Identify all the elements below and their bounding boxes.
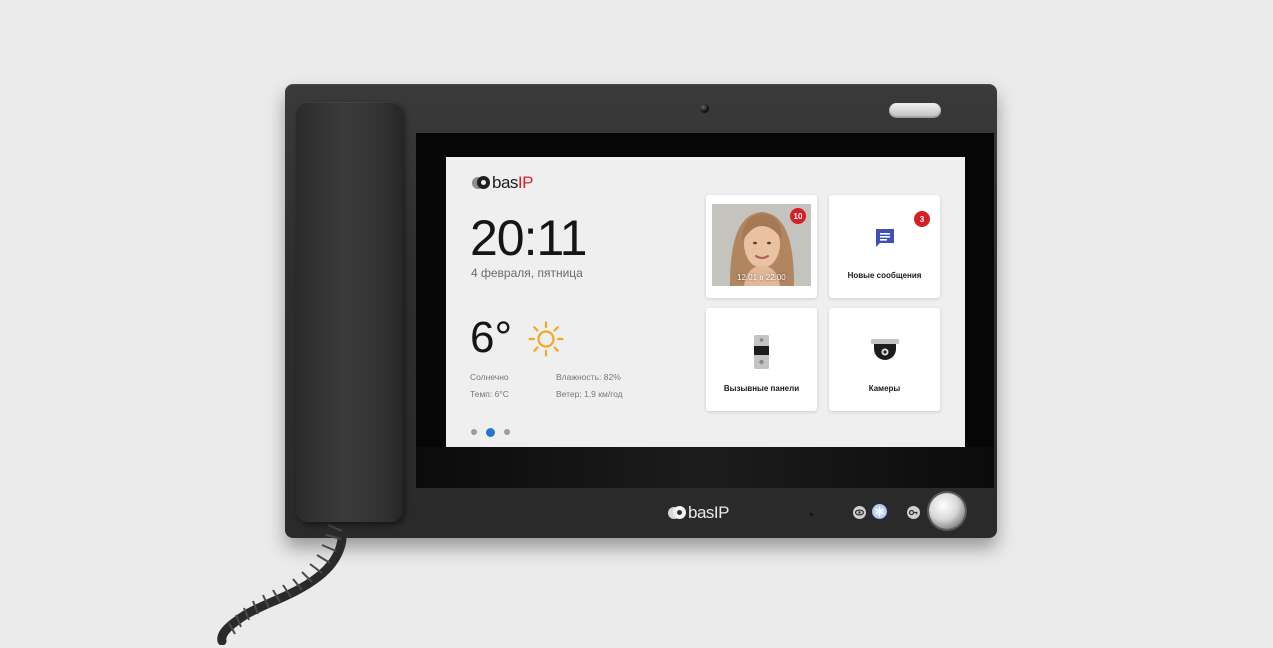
clock-time: 20:11 xyxy=(470,210,587,266)
page-dot-active[interactable] xyxy=(486,427,495,437)
tile-label-messages: Новые сообщения xyxy=(847,271,922,280)
visitor-count-badge: 10 xyxy=(790,208,806,224)
tile-new-messages[interactable]: 3 Новые сообщения xyxy=(829,195,940,298)
page-dot[interactable] xyxy=(504,429,510,435)
logo-text: bas xyxy=(492,173,518,192)
front-camera-lens xyxy=(700,104,709,113)
proximity-sensor xyxy=(889,103,941,118)
weather-temperature: 6° xyxy=(470,313,513,362)
unlock-button[interactable] xyxy=(929,493,965,529)
weather-humidity: Влажность: 82% xyxy=(556,372,621,382)
messages-count-badge: 3 xyxy=(914,211,930,227)
chat-message-icon xyxy=(876,229,894,247)
microphone-hole xyxy=(810,513,813,516)
touch-screen: basIP 20:11 4 февраля, пятница 6° Солнеч… xyxy=(446,157,965,447)
key-icon[interactable] xyxy=(907,506,920,519)
clock-date: 4 февраля, пятница xyxy=(471,266,583,280)
key-glyph xyxy=(908,509,918,516)
weather-temp-detail: Темп: 6°C xyxy=(470,389,509,399)
device-logo-mark xyxy=(668,506,686,520)
logo-accent: IP xyxy=(517,173,534,192)
handset[interactable] xyxy=(296,102,403,522)
basip-logo-mark xyxy=(472,176,490,190)
weather-wind: Ветер: 1,9 км/год xyxy=(556,389,623,399)
tile-cameras[interactable]: Камеры xyxy=(829,308,940,411)
tile-label-call-panels: Вызывные панели xyxy=(723,384,800,393)
screen-bezel-reflection xyxy=(416,447,994,488)
weather-condition: Солнечно xyxy=(470,372,509,382)
page-dot[interactable] xyxy=(471,429,477,435)
device-logo-text: bas xyxy=(688,503,714,522)
device-logo-accent: IP xyxy=(713,503,730,522)
sun-icon xyxy=(528,321,564,357)
dome-camera-icon xyxy=(871,339,899,360)
tile-visitor-snapshot[interactable]: 12.01 в 22:00 10 xyxy=(706,195,817,298)
basip-logo: basIP xyxy=(472,173,533,193)
page-indicator[interactable] xyxy=(471,427,510,437)
eye-icon[interactable] xyxy=(853,506,866,519)
eye-glyph xyxy=(854,509,865,516)
door-panel-icon xyxy=(754,335,769,369)
snowflake-icon[interactable] xyxy=(872,504,887,519)
handset-cord xyxy=(217,508,347,645)
device-brand-logo: basIP xyxy=(668,503,729,523)
tile-label-cameras: Камеры xyxy=(868,384,901,393)
tile-call-panels[interactable]: Вызывные панели xyxy=(706,308,817,411)
snapshot-timestamp: 12.01 в 22:00 xyxy=(737,273,786,282)
snowflake-glyph xyxy=(874,506,885,517)
